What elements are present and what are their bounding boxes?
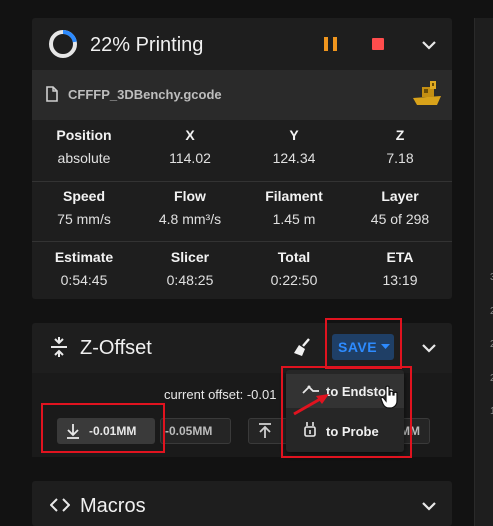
print-status-title: 22% Printing	[90, 34, 204, 56]
zoffset-title: Z-Offset	[80, 337, 152, 359]
file-row: CFFFP_3DBenchy.gcode	[32, 70, 452, 120]
stat-value-position: absolute	[57, 150, 111, 166]
stat-value-speed: 75 mm/s	[57, 211, 111, 227]
stat-value-eta: 13:19	[382, 272, 418, 288]
stat-value-estimate: 0:54:45	[60, 272, 108, 288]
move-down-005-button[interactable]: -0.05MM	[160, 418, 231, 444]
probe-icon	[304, 422, 316, 437]
stat-label-z: Z	[395, 127, 405, 143]
right-panel: 3 2 2 2 1	[474, 18, 493, 526]
caret-down-icon	[381, 344, 390, 349]
move-down-001-button[interactable]: -0.01MM	[57, 418, 155, 444]
stat-value-slicer: 0:48:25	[166, 272, 214, 288]
chevron-down-icon[interactable]	[421, 501, 437, 511]
hand-cursor-icon	[380, 385, 398, 409]
chevron-down-icon[interactable]	[421, 40, 437, 50]
file-icon	[46, 86, 58, 102]
stat-label-eta: ETA	[386, 249, 414, 265]
benchy-thumbnail-icon	[413, 81, 441, 105]
broom-icon[interactable]	[292, 337, 312, 357]
print-status-card: 22% Printing CFFFP_3DBenchy.gcode Positi…	[32, 18, 452, 299]
stat-value-z: 7.18	[386, 150, 414, 166]
z-offset-icon	[51, 337, 67, 357]
save-button-label: SAVE	[338, 339, 378, 355]
stat-value-flow: 4.8 mm³/s	[158, 211, 222, 227]
menu-item-to-probe-label: to Probe	[326, 424, 379, 439]
stat-value-filament: 1.45 m	[272, 211, 316, 227]
progress-ring-icon	[49, 30, 77, 58]
menu-item-to-probe[interactable]: to Probe	[286, 414, 404, 448]
arrow-up-icon	[259, 423, 271, 438]
pause-button[interactable]	[324, 37, 337, 51]
stat-label-estimate: Estimate	[54, 249, 114, 265]
stat-label-x: X	[185, 127, 195, 143]
annotation-arrow-icon	[293, 394, 329, 416]
pause-icon	[324, 37, 328, 51]
macros-title: Macros	[80, 495, 146, 517]
arrow-down-icon	[67, 424, 79, 439]
stat-label-layer: Layer	[381, 188, 419, 204]
stat-label-position: Position	[56, 127, 112, 143]
stat-label-total: Total	[277, 249, 311, 265]
stat-label-speed: Speed	[62, 188, 105, 204]
current-offset-text: current offset: -0.01	[164, 387, 277, 402]
stat-value-layer: 45 of 298	[370, 211, 430, 227]
stat-label-slicer: Slicer	[170, 249, 210, 265]
stat-value-x: 114.02	[169, 150, 211, 166]
stat-label-y: Y	[289, 127, 299, 143]
file-name: CFFFP_3DBenchy.gcode	[68, 87, 222, 102]
stop-button[interactable]	[372, 38, 384, 50]
save-button[interactable]: SAVE	[332, 334, 394, 360]
stat-value-total: 0:22:50	[270, 272, 318, 288]
move-down-001-label: -0.01MM	[89, 424, 137, 438]
zoffset-header: Z-Offset SAVE	[32, 323, 452, 373]
chevron-down-icon[interactable]	[421, 343, 437, 353]
stat-label-flow: Flow	[174, 188, 206, 204]
move-down-005-label: -0.05MM	[165, 424, 213, 438]
print-status-header: 22% Printing	[32, 18, 452, 70]
stat-value-y: 124.34	[272, 150, 316, 166]
macros-card: Macros	[32, 481, 452, 526]
code-brackets-icon	[50, 498, 70, 512]
stat-label-filament: Filament	[265, 188, 323, 204]
